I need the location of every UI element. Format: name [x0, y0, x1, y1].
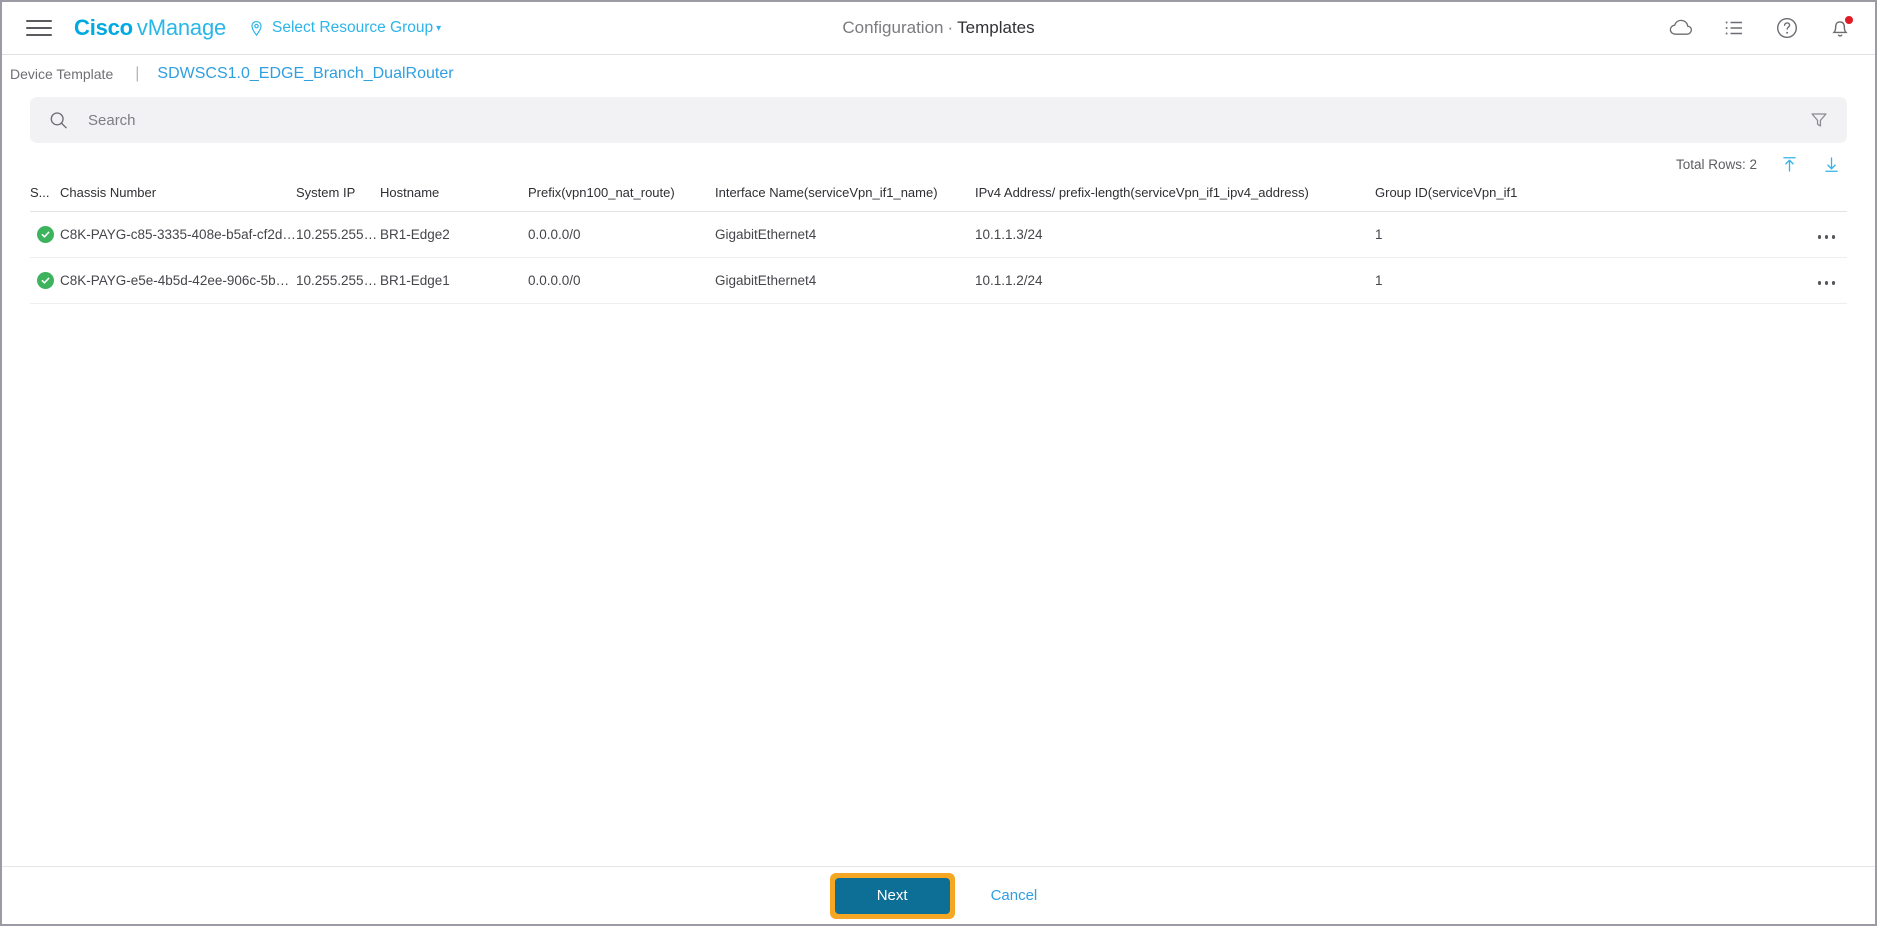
chevron-down-icon: ▾ [436, 23, 442, 34]
cancel-button[interactable]: Cancel [981, 878, 1048, 913]
column-header-actions [1795, 185, 1847, 212]
cell-chassis-number: C8K-PAYG-e5e-4b5d-42ee-906c-5b09ff... [60, 257, 296, 304]
kebab-menu-icon[interactable] [1816, 231, 1838, 243]
content-area: Total Rows: 2 [2, 93, 1875, 866]
vmanage-app-window: Cisco vManage Select Resource Group ▾ Con… [0, 0, 1877, 926]
table-toolbar: Total Rows: 2 [30, 143, 1847, 185]
total-rows-label: Total Rows: 2 [1675, 156, 1757, 172]
help-icon[interactable] [1774, 15, 1800, 41]
top-header: Cisco vManage Select Resource Group ▾ Con… [2, 2, 1875, 55]
cell-status [30, 211, 60, 258]
devices-table-wrap: S... Chassis Number System IP Hostname P… [30, 185, 1847, 866]
cell-interface-name: GigabitEthernet4 [715, 211, 975, 258]
location-pin-icon [251, 20, 262, 36]
hamburger-menu-icon[interactable] [26, 18, 52, 38]
cloud-icon[interactable] [1668, 15, 1694, 41]
table-row[interactable]: C8K-PAYG-e5e-4b5d-42ee-906c-5b09ff... 10… [30, 257, 1847, 304]
cell-system-ip: 10.255.255.12 [296, 211, 380, 258]
cell-hostname: BR1-Edge2 [380, 211, 528, 258]
next-button-highlight: Next [829, 872, 955, 919]
page-title-separator: · [947, 18, 954, 37]
select-resource-group-dropdown[interactable]: Select Resource Group ▾ [248, 19, 441, 38]
breadcrumb-separator: | [135, 65, 140, 82]
column-header-system-ip[interactable]: System IP [296, 185, 380, 212]
filter-funnel-icon[interactable] [1807, 108, 1831, 132]
cell-system-ip: 10.255.255.11 [296, 257, 380, 304]
column-header-interface-name[interactable]: Interface Name(serviceVpn_if1_name) [715, 185, 975, 212]
next-button[interactable]: Next [834, 877, 950, 914]
devices-table-body: C8K-PAYG-c85-3335-408e-b5af-cf2dbf... 10… [30, 211, 1847, 304]
search-bar [30, 97, 1847, 143]
brand-product-text: vManage [136, 15, 227, 40]
bell-icon[interactable] [1827, 15, 1853, 41]
cell-hostname: BR1-Edge1 [380, 257, 528, 304]
cell-ipv4-address: 10.1.1.3/24 [975, 211, 1375, 258]
table-header-row: S... Chassis Number System IP Hostname P… [30, 185, 1847, 212]
search-icon [49, 110, 69, 130]
header-icon-group [1668, 15, 1853, 41]
kebab-menu-icon[interactable] [1816, 277, 1838, 289]
cell-chassis-number: C8K-PAYG-c85-3335-408e-b5af-cf2dbf... [60, 211, 296, 258]
list-icon[interactable] [1721, 15, 1747, 41]
cell-group-id: 1 [1375, 211, 1795, 258]
column-header-ipv4-address[interactable]: IPv4 Address/ prefix-length(serviceVpn_i… [975, 185, 1375, 212]
column-header-status[interactable]: S... [30, 185, 60, 212]
search-input[interactable] [86, 110, 1807, 130]
cell-group-id: 1 [1375, 257, 1795, 304]
devices-table: S... Chassis Number System IP Hostname P… [30, 185, 1847, 304]
devices-table-head: S... Chassis Number System IP Hostname P… [30, 185, 1847, 212]
check-circle-icon [37, 226, 54, 243]
page-title-parent: Configuration [842, 18, 944, 37]
footer-action-bar: Next Cancel [2, 866, 1875, 924]
brand-logo[interactable]: Cisco vManage [74, 15, 226, 41]
column-header-hostname[interactable]: Hostname [380, 185, 528, 212]
brand-cisco-text: Cisco [74, 15, 133, 40]
notification-badge [1845, 16, 1853, 24]
page-title-current: Templates [957, 18, 1035, 37]
column-header-chassis-number[interactable]: Chassis Number [60, 185, 296, 212]
breadcrumb: Device Template | SDWSCS1.0_EDGE_Branch_… [2, 55, 1875, 93]
breadcrumb-current-template[interactable]: SDWSCS1.0_EDGE_Branch_DualRouter [157, 65, 453, 83]
column-header-prefix[interactable]: Prefix(vpn100_nat_route) [528, 185, 715, 212]
cell-prefix: 0.0.0.0/0 [528, 257, 715, 304]
breadcrumb-parent[interactable]: Device Template [10, 66, 113, 82]
cell-actions [1795, 211, 1847, 258]
check-circle-icon [37, 272, 54, 289]
select-resource-group-label: Select Resource Group [272, 19, 434, 36]
cell-status [30, 257, 60, 304]
cell-prefix: 0.0.0.0/0 [528, 211, 715, 258]
cell-ipv4-address: 10.1.1.2/24 [975, 257, 1375, 304]
table-row[interactable]: C8K-PAYG-c85-3335-408e-b5af-cf2dbf... 10… [30, 211, 1847, 258]
upload-icon[interactable] [1779, 154, 1799, 174]
column-header-group-id[interactable]: Group ID(serviceVpn_if1 [1375, 185, 1795, 212]
cell-actions [1795, 257, 1847, 304]
download-icon[interactable] [1821, 154, 1841, 174]
cell-interface-name: GigabitEthernet4 [715, 257, 975, 304]
